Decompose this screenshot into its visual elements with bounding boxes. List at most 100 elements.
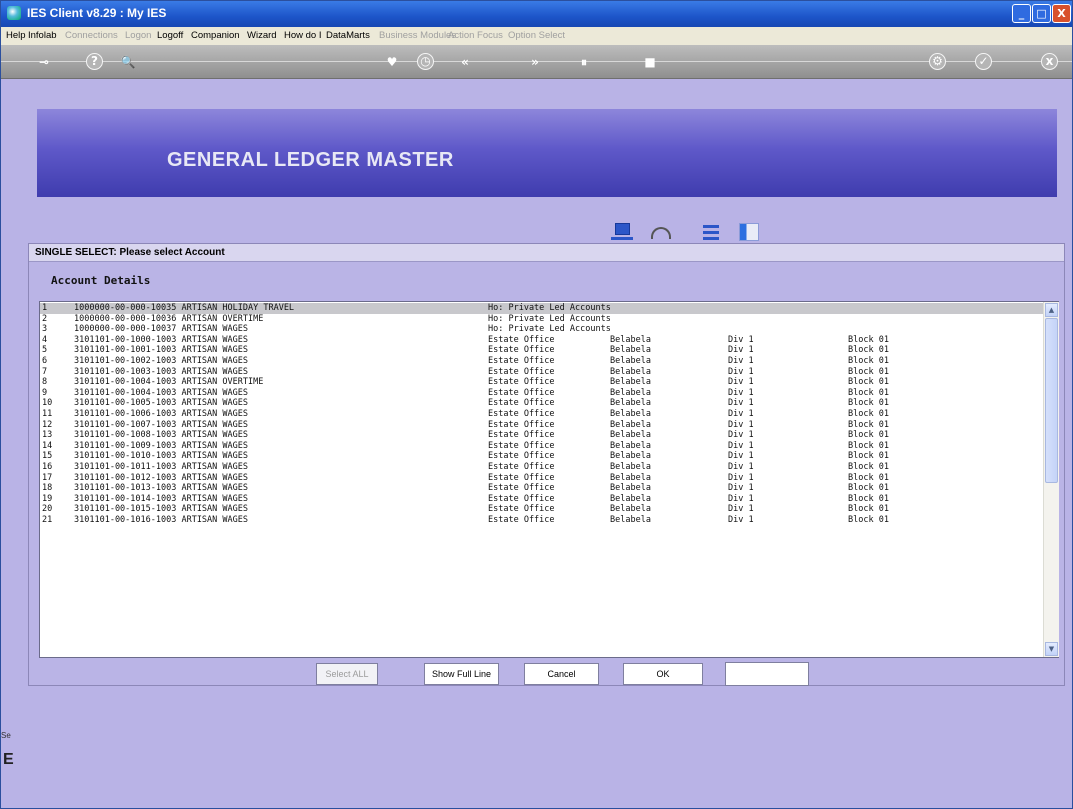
table-row[interactable]: 16 3101101-00-1011-1003 ARTISAN WAGES Esta… bbox=[40, 462, 1043, 473]
pause-icon[interactable]: ⏸ bbox=[575, 53, 593, 71]
settings-icon[interactable]: ⚙ bbox=[929, 53, 946, 70]
globe-dome bbox=[651, 227, 671, 239]
division-cell: Div 1 bbox=[728, 461, 754, 472]
division-cell: Div 1 bbox=[728, 483, 754, 494]
estate-cell: Belabela bbox=[610, 398, 651, 409]
account-cell: 1000000-00-000-10037 ARTISAN WAGES bbox=[74, 324, 248, 335]
quick-find-input[interactable] bbox=[725, 662, 809, 686]
estate-cell: Belabela bbox=[610, 419, 651, 430]
table-row[interactable]: 14 3101101-00-1009-1003 ARTISAN WAGES Esta… bbox=[40, 441, 1043, 452]
stop-icon[interactable]: ■ bbox=[641, 53, 659, 71]
table-row[interactable]: 4 3101101-00-1000-1003 ARTISAN WAGES Estat… bbox=[40, 335, 1043, 346]
table-row[interactable]: 13 3101101-00-1008-1003 ARTISAN WAGES Esta… bbox=[40, 430, 1043, 441]
close-window-button[interactable]: X bbox=[1052, 4, 1071, 23]
scroll-up-button[interactable]: ▲ bbox=[1045, 303, 1058, 317]
dialog-header: SINGLE SELECT: Please select Account bbox=[29, 244, 1064, 262]
close-icon[interactable]: x bbox=[1041, 53, 1058, 70]
table-row[interactable]: 19 3101101-00-1014-1003 ARTISAN WAGES Esta… bbox=[40, 494, 1043, 505]
table-row[interactable]: 9 3101101-00-1004-1003 ARTISAN WAGES Estat… bbox=[40, 388, 1043, 399]
network-base bbox=[611, 237, 633, 240]
table-row[interactable]: 17 3101101-00-1012-1003 ARTISAN WAGES Esta… bbox=[40, 473, 1043, 484]
ok-button[interactable]: OK bbox=[623, 663, 703, 685]
search-icon[interactable]: 🔍 bbox=[119, 53, 137, 71]
forward-icon[interactable]: » bbox=[526, 53, 544, 71]
row-number: 18 bbox=[42, 483, 53, 494]
table-row[interactable]: 20 3101101-00-1015-1003 ARTISAN WAGES Esta… bbox=[40, 504, 1043, 515]
location-cell: Estate Office bbox=[488, 366, 555, 377]
division-cell: Div 1 bbox=[728, 387, 754, 398]
vertical-scrollbar[interactable]: ▲ ▼ bbox=[1043, 302, 1059, 657]
menu-logon[interactable]: Logon bbox=[125, 30, 151, 41]
table-row[interactable]: 3 1000000-00-000-10037 ARTISAN WAGES Ho: P… bbox=[40, 324, 1043, 335]
location-cell: Estate Office bbox=[488, 493, 555, 504]
division-cell: Div 1 bbox=[728, 493, 754, 504]
table-row[interactable]: 11 3101101-00-1006-1003 ARTISAN WAGES Esta… bbox=[40, 409, 1043, 420]
account-list[interactable]: 1 1000000-00-000-10035 ARTISAN HOLIDAY TR… bbox=[39, 301, 1059, 658]
table-row[interactable]: 2 1000000-00-000-10036 ARTISAN OVERTIME Ho… bbox=[40, 314, 1043, 325]
menu-connections[interactable]: Connections bbox=[65, 30, 118, 41]
maximize-button[interactable]: □ bbox=[1032, 4, 1051, 23]
menu-logoff[interactable]: Logoff bbox=[157, 30, 183, 41]
estate-cell: Belabela bbox=[610, 408, 651, 419]
row-number: 21 bbox=[42, 514, 53, 525]
row-number: 3 bbox=[42, 324, 48, 335]
row-number: 15 bbox=[42, 451, 53, 462]
key-icon[interactable]: ⊸ bbox=[35, 53, 53, 71]
app-logo-icon bbox=[7, 6, 21, 20]
table-row[interactable]: 18 3101101-00-1013-1003 ARTISAN WAGES Esta… bbox=[40, 483, 1043, 494]
row-number: 16 bbox=[42, 461, 53, 472]
division-cell: Div 1 bbox=[728, 451, 754, 462]
check-icon[interactable]: ✓ bbox=[975, 53, 992, 70]
table-row[interactable]: 7 3101101-00-1003-1003 ARTISAN WAGES Estat… bbox=[40, 367, 1043, 378]
heart-icon[interactable]: ♥ bbox=[383, 53, 401, 71]
scroll-down-button[interactable]: ▼ bbox=[1045, 642, 1058, 656]
row-number: 9 bbox=[42, 387, 48, 398]
bottom-tab[interactable]: Se bbox=[1, 731, 13, 747]
menu-datamarts[interactable]: DataMarts bbox=[326, 30, 370, 41]
table-row[interactable]: 15 3101101-00-1010-1003 ARTISAN WAGES Esta… bbox=[40, 451, 1043, 462]
menu-infolab[interactable]: Infolab bbox=[28, 30, 57, 41]
table-row[interactable]: 6 3101101-00-1002-1003 ARTISAN WAGES Estat… bbox=[40, 356, 1043, 367]
menu-option-select[interactable]: Option Select bbox=[508, 30, 565, 41]
row-number: 1 bbox=[42, 303, 48, 313]
account-cell: 1000000-00-000-10035 ARTISAN HOLIDAY TRA… bbox=[74, 303, 295, 313]
stack-icon[interactable] bbox=[701, 223, 723, 241]
table-row[interactable]: 1 1000000-00-000-10035 ARTISAN HOLIDAY TR… bbox=[40, 303, 1043, 314]
account-cell: 3101101-00-1004-1003 ARTISAN WAGES bbox=[74, 387, 248, 398]
block-cell: Block 01 bbox=[848, 451, 889, 462]
clock-icon[interactable]: ◷ bbox=[417, 53, 434, 70]
scroll-thumb[interactable] bbox=[1045, 318, 1058, 483]
location-cell: Estate Office bbox=[488, 461, 555, 472]
network-icon[interactable] bbox=[611, 223, 633, 241]
minimize-button[interactable]: _ bbox=[1012, 4, 1031, 23]
estate-cell: Belabela bbox=[610, 355, 651, 366]
table-row[interactable]: 12 3101101-00-1007-1003 ARTISAN WAGES Esta… bbox=[40, 420, 1043, 431]
block-cell: Block 01 bbox=[848, 440, 889, 451]
menu-how-do-i[interactable]: How do I bbox=[284, 30, 322, 41]
table-row[interactable]: 21 3101101-00-1016-1003 ARTISAN WAGES Esta… bbox=[40, 515, 1043, 526]
table-row[interactable]: 8 3101101-00-1004-1003 ARTISAN OVERTIME Es… bbox=[40, 377, 1043, 388]
window-title: IES Client v8.29 : My IES bbox=[27, 6, 167, 20]
menu-wizard[interactable]: Wizard bbox=[247, 30, 277, 41]
show-full-line-button[interactable]: Show Full Line bbox=[424, 663, 499, 685]
rewind-icon[interactable]: « bbox=[456, 53, 474, 71]
globe-icon[interactable] bbox=[651, 223, 673, 241]
row-number: 7 bbox=[42, 366, 48, 377]
help-icon[interactable]: ? bbox=[86, 53, 103, 70]
stack-bar bbox=[703, 231, 719, 234]
table-row[interactable]: 10 3101101-00-1005-1003 ARTISAN WAGES Esta… bbox=[40, 398, 1043, 409]
select-all-button[interactable]: Select ALL bbox=[316, 663, 378, 685]
menu-companion[interactable]: Companion bbox=[191, 30, 240, 41]
menu-action-focus[interactable]: Action Focus bbox=[448, 30, 503, 41]
location-cell: Estate Office bbox=[488, 377, 555, 388]
cancel-button[interactable]: Cancel bbox=[524, 663, 599, 685]
title-bar[interactable]: IES Client v8.29 : My IES _ □ X bbox=[1, 1, 1072, 27]
block-cell: Block 01 bbox=[848, 334, 889, 345]
table-row[interactable]: 5 3101101-00-1001-1003 ARTISAN WAGES Estat… bbox=[40, 345, 1043, 356]
menu-business-modules[interactable]: Business Modules bbox=[379, 30, 456, 41]
document-icon[interactable] bbox=[736, 223, 759, 241]
location-cell: Ho: Private Led Accounts bbox=[488, 324, 611, 335]
menu-help[interactable]: Help bbox=[6, 30, 26, 41]
estate-cell: Belabela bbox=[610, 345, 651, 356]
account-cell: 3101101-00-1011-1003 ARTISAN WAGES bbox=[74, 461, 248, 472]
